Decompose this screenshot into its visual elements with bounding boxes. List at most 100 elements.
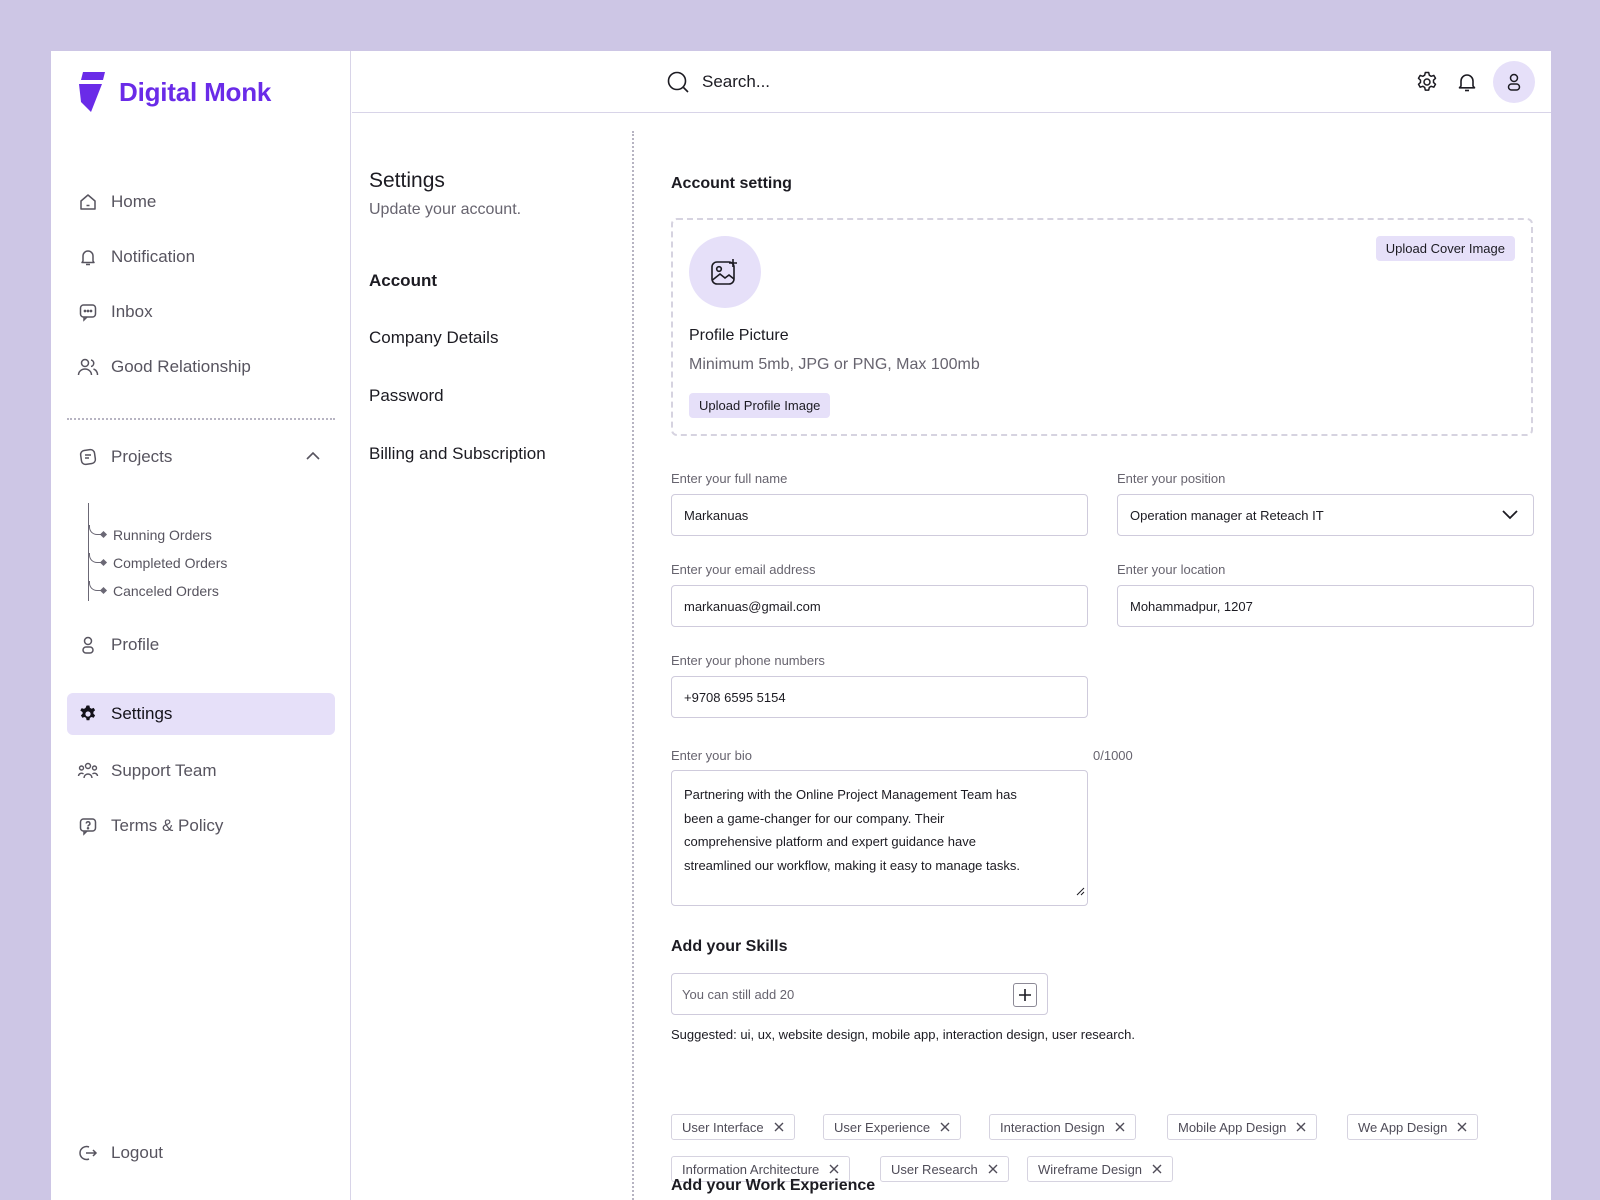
profile-picture-placeholder[interactable] xyxy=(689,236,761,308)
skill-tag-label: Information Architecture xyxy=(682,1161,820,1177)
chevron-up-icon[interactable] xyxy=(305,448,321,466)
sidebar-item-home[interactable]: Home xyxy=(67,181,335,223)
bio-textarea[interactable]: Partnering with the Online Project Manag… xyxy=(671,770,1088,906)
sidebar-item-label: Support Team xyxy=(111,761,217,780)
email-label: Enter your email address xyxy=(671,562,816,577)
sidebar: Digital Monk Home Notification Inbox Goo… xyxy=(51,51,351,1200)
user-icon xyxy=(1507,73,1521,91)
upload-cover-image-button[interactable]: Upload Cover Image xyxy=(1375,236,1515,261)
sidebar-item-label: Profile xyxy=(111,635,160,654)
location-field[interactable]: Mohammadpur, 1207 xyxy=(1117,585,1534,627)
close-icon[interactable] xyxy=(1115,1122,1125,1132)
bio-counter: 0/1000 xyxy=(1093,748,1133,763)
sidebar-item-label: Home xyxy=(111,192,157,211)
cover-upload-area[interactable]: Profile Picture Minimum 5mb, JPG or PNG,… xyxy=(671,218,1533,436)
bio-line: been a game-changer for our company. The… xyxy=(684,810,945,826)
skills-title: Add your Skills xyxy=(671,938,788,955)
position-value: Operation manager at Reteach IT xyxy=(1130,507,1324,523)
skill-tag: Mobile App Design xyxy=(1167,1114,1318,1140)
close-icon[interactable] xyxy=(774,1122,784,1132)
brand-name: Digital Monk xyxy=(119,76,272,107)
skills-suggested: Suggested: ui, ux, website design, mobil… xyxy=(671,1027,1135,1042)
chat-icon xyxy=(77,301,99,323)
sidebar-divider xyxy=(67,418,335,420)
close-icon[interactable] xyxy=(940,1122,950,1132)
skill-tag-label: Mobile App Design xyxy=(1178,1119,1287,1135)
resize-handle-icon[interactable] xyxy=(1075,880,1085,904)
settings-subtitle: Update your account. xyxy=(369,201,522,218)
sidebar-item-label: Projects xyxy=(111,447,173,466)
brand-logo[interactable]: Digital Monk xyxy=(77,72,271,112)
skill-tag: User Research xyxy=(880,1156,1009,1182)
close-icon[interactable] xyxy=(1152,1164,1162,1174)
image-add-icon xyxy=(711,259,737,285)
sidebar-item-label: Notification xyxy=(111,247,196,266)
app-window: Digital Monk Home Notification Inbox Goo… xyxy=(51,51,1551,1200)
skill-tag-label: User Interface xyxy=(682,1119,764,1135)
skills-placeholder: You can still add 20 xyxy=(682,986,795,1002)
bio-line: comprehensive platform and expert guidan… xyxy=(684,834,976,849)
sidebar-item-label: Inbox xyxy=(111,302,153,321)
help-icon xyxy=(77,815,99,837)
sidebar-item-projects[interactable]: Projects xyxy=(67,436,335,478)
sub-item-canceled-orders[interactable]: Canceled Orders xyxy=(89,581,219,601)
phone-value: +9708 6595 5154 xyxy=(684,689,786,705)
logout-button[interactable]: Logout xyxy=(67,1132,335,1174)
settings-link-billing[interactable]: Billing and Subscription xyxy=(369,444,546,464)
sidebar-item-settings[interactable]: Settings xyxy=(67,693,335,735)
location-label: Enter your location xyxy=(1117,562,1226,577)
sub-item-completed-orders[interactable]: Completed Orders xyxy=(89,553,227,573)
skill-tag-label: User Research xyxy=(891,1161,978,1177)
chevron-down-icon xyxy=(1501,508,1519,523)
sidebar-item-profile[interactable]: Profile xyxy=(67,624,335,666)
topbar: Search... xyxy=(352,51,1551,113)
search-placeholder: Search... xyxy=(702,72,771,91)
add-skill-button[interactable] xyxy=(1013,983,1037,1007)
users-icon xyxy=(77,356,99,378)
sub-item-running-orders[interactable]: Running Orders xyxy=(89,525,212,545)
skill-tag-label: Wireframe Design xyxy=(1038,1161,1143,1177)
position-select[interactable]: Operation manager at Reteach IT xyxy=(1117,494,1534,536)
full-name-field[interactable]: Markanuas xyxy=(671,494,1088,536)
upload-profile-image-button[interactable]: Upload Profile Image xyxy=(689,393,831,418)
plus-icon xyxy=(1019,989,1031,1001)
sidebar-item-good-relationship[interactable]: Good Relationship xyxy=(67,346,335,388)
skill-tag: Interaction Design xyxy=(989,1114,1136,1140)
avatar[interactable] xyxy=(1493,61,1535,103)
bio-line: streamlined our workflow, making it easy… xyxy=(684,857,1020,873)
full-name-label: Enter your full name xyxy=(671,471,788,486)
skills-input[interactable]: You can still add 20 xyxy=(671,973,1048,1015)
skill-tag-label: User Experience xyxy=(834,1119,931,1135)
skill-tag: Wireframe Design xyxy=(1027,1156,1174,1182)
user-icon xyxy=(77,634,99,656)
profile-picture-note: Minimum 5mb, JPG or PNG, Max 100mb xyxy=(689,356,980,373)
close-icon[interactable] xyxy=(1296,1122,1306,1132)
bell-icon xyxy=(1458,74,1476,92)
sidebar-item-support-team[interactable]: Support Team xyxy=(67,750,335,792)
email-value: markanuas@gmail.com xyxy=(684,598,821,614)
settings-header: Settings Update your account. xyxy=(369,169,521,219)
logo-icon xyxy=(79,72,105,112)
settings-link-password[interactable]: Password xyxy=(369,386,444,406)
settings-gear-button[interactable] xyxy=(1407,62,1447,102)
column-divider xyxy=(632,131,634,1200)
email-field[interactable]: markanuas@gmail.com xyxy=(671,585,1088,627)
settings-title: Settings xyxy=(369,169,445,192)
close-icon[interactable] xyxy=(829,1164,839,1174)
search-input[interactable]: Search... xyxy=(666,70,770,94)
sidebar-item-notification[interactable]: Notification xyxy=(67,236,335,278)
settings-link-account[interactable]: Account xyxy=(369,271,437,291)
logout-icon xyxy=(77,1142,99,1164)
settings-link-company-details[interactable]: Company Details xyxy=(369,328,498,348)
skill-tag: User Experience xyxy=(823,1114,962,1140)
phone-field[interactable]: +9708 6595 5154 xyxy=(671,676,1088,718)
full-name-value: Markanuas xyxy=(684,507,749,523)
sidebar-item-terms-policy[interactable]: Terms & Policy xyxy=(67,805,335,847)
close-icon[interactable] xyxy=(988,1164,998,1174)
phone-label: Enter your phone numbers xyxy=(671,653,825,668)
sidebar-item-inbox[interactable]: Inbox xyxy=(67,291,335,333)
work-experience-title: Add your Work Experience xyxy=(671,1177,876,1194)
notifications-button[interactable] xyxy=(1447,62,1487,102)
sidebar-item-label: Terms & Policy xyxy=(111,816,224,835)
close-icon[interactable] xyxy=(1457,1122,1467,1132)
